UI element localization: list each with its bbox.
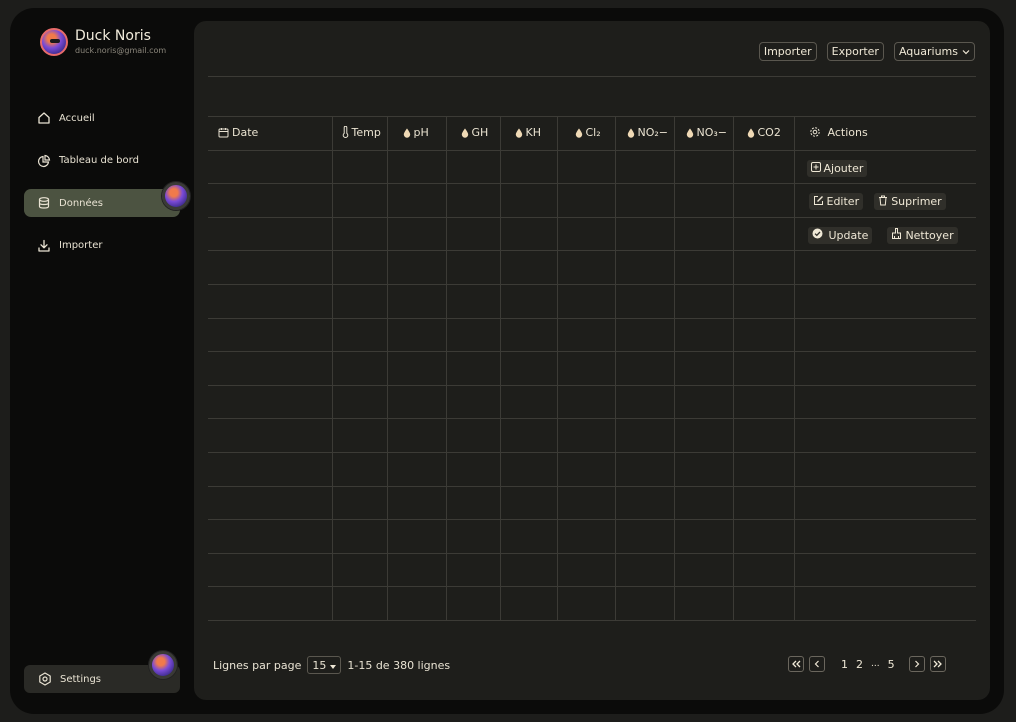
pagination: 1 2 ... 5 [788,656,946,672]
edit-button[interactable]: Editer [808,193,864,211]
export-button[interactable]: Exporter [826,42,884,61]
chevron-left-icon [814,658,820,671]
aquariums-dropdown[interactable]: Aquariums [893,42,975,61]
rows-per-page-label: Lignes par page [213,658,302,672]
settings-label: Settings [60,673,102,685]
gear-icon [809,126,821,141]
pie-chart-icon [37,154,51,168]
settings-button[interactable]: Settings [24,651,180,693]
drop-icon [686,128,694,141]
table-row: Editer Suprimer [208,183,976,218]
rows-per-page: Lignes par page 15 1-15 de 380 lignes [213,656,450,674]
app-window: Duck Noris duck.noris@gmail.com Accueil … [10,8,1004,714]
column-header-gh[interactable]: GH [445,116,501,151]
avatar [40,28,68,56]
avatar [162,182,190,211]
table-row [208,451,976,487]
database-icon [37,196,51,210]
table-row [208,283,976,319]
sidebar-item-importer[interactable]: Importer [24,232,180,260]
plus-square-icon [810,161,821,175]
table-row [208,250,976,285]
divider [208,76,976,77]
main-panel: Importer Exporter Aquariums Date Temp pH… [194,21,990,700]
sidebar-item-label: Importer [59,240,103,252]
column-header-temp[interactable]: Temp [331,116,388,151]
page-2[interactable]: 2 [856,658,863,671]
double-chevron-right-icon [933,658,943,671]
sidebar-nav: Accueil Tableau de bord Données Importer [24,104,190,274]
table-row: Update Nettoyer [208,216,976,252]
sidebar-item-donnees[interactable]: Données [24,182,190,218]
table-row [208,519,976,554]
range-text: 1-15 de 380 lignes [347,658,451,672]
drop-icon [515,128,523,141]
calendar-icon [218,127,229,141]
edit-icon [813,195,824,209]
gear-icon [38,672,52,686]
thermometer-icon [342,125,349,141]
page-5[interactable]: 5 [888,658,895,671]
sidebar-item-accueil[interactable]: Accueil [24,104,180,132]
page-ellipsis: ... [871,659,880,669]
table-row [208,317,976,353]
table-body: Ajouter Editer Suprimer Update Nettoyer [208,149,976,621]
first-page-button[interactable] [788,656,804,672]
drop-icon [461,128,469,141]
column-header-date[interactable]: Date [208,116,333,151]
clean-button[interactable]: Nettoyer [887,226,958,244]
check-circle-icon [812,228,823,242]
table-row [208,586,976,621]
sidebar-item-label: Tableau de bord [59,155,139,167]
drop-icon [747,128,755,141]
column-header-no3[interactable]: NO₃− [673,116,734,151]
data-table: Date Temp pH GH KH Cl₂ NO₂− NO₃− CO2 Act… [208,116,976,621]
table-row: Ajouter [208,149,976,185]
next-page-button[interactable] [908,656,925,672]
sidebar-item-tableau-de-bord[interactable]: Tableau de bord [24,147,180,175]
chevron-right-icon [914,658,920,671]
avatar [149,651,177,679]
import-button[interactable]: Importer [758,42,817,61]
drop-icon [627,128,635,141]
double-chevron-left-icon [791,658,801,671]
column-header-ph[interactable]: pH [386,116,447,151]
rows-per-page-select[interactable]: 15 [307,656,342,674]
download-icon [37,239,51,253]
drop-icon [403,128,411,141]
sidebar-item-label: Accueil [59,112,95,124]
user-name: Duck Noris [75,28,151,44]
column-header-no2[interactable]: NO₂− [614,116,675,151]
page-1[interactable]: 1 [841,658,848,671]
user-profile[interactable]: Duck Noris duck.noris@gmail.com [40,28,166,56]
last-page-button[interactable] [929,656,946,672]
column-header-actions: Actions [793,116,976,151]
user-email: duck.noris@gmail.com [75,46,167,55]
toolbar: Importer Exporter Aquariums [758,42,975,61]
table-row [208,351,976,386]
chevron-down-icon [962,43,970,60]
update-button[interactable]: Update [807,226,873,244]
broom-icon [891,228,902,242]
home-icon [37,111,51,125]
prev-page-button[interactable] [809,656,825,672]
table-row [208,552,976,588]
table-row [208,485,976,521]
add-button[interactable]: Ajouter [806,159,868,177]
sidebar-item-label: Données [59,197,104,209]
trash-icon [878,195,888,209]
drop-icon [575,128,583,141]
delete-button[interactable]: Suprimer [874,193,946,211]
column-header-kh[interactable]: KH [499,116,558,151]
caret-down-icon [330,659,337,672]
column-header-co2[interactable]: CO2 [732,116,795,151]
table-row [208,418,976,453]
column-header-cl2[interactable]: Cl₂ [556,116,616,151]
table-row [208,384,976,420]
